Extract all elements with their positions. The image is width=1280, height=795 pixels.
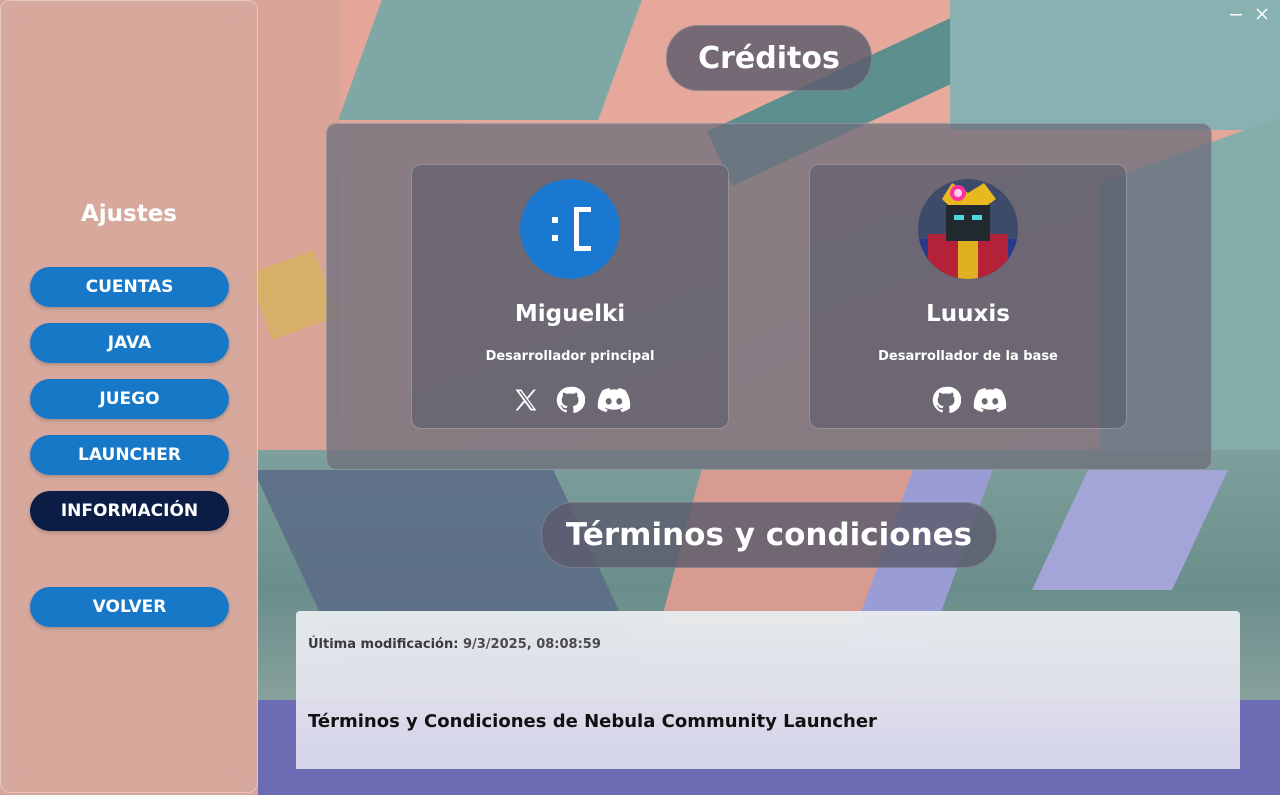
discord-link[interactable] [973, 383, 1007, 417]
credit-name: Miguelki [514, 301, 626, 327]
sad-face-avatar-icon [552, 207, 591, 251]
close-icon [1256, 8, 1268, 20]
discord-icon [973, 388, 1007, 413]
nav-game-button[interactable]: JUEGO [30, 379, 229, 419]
github-link[interactable] [553, 383, 587, 417]
terms-updated-value: 9/3/2025, 08:08:59 [462, 637, 601, 652]
credit-role: Desarrollador de la base [878, 349, 1058, 364]
settings-sidebar: Ajustes CUENTAS JAVA JUEGO LAUNCHER INFO… [0, 0, 258, 793]
minimize-button[interactable] [1226, 4, 1246, 24]
credit-card-miguelki: Miguelki Desarrollador principal [411, 164, 729, 429]
terms-updated-label: Última modificación: [308, 637, 459, 652]
sidebar-title: Ajustes [80, 201, 178, 227]
social-links [810, 383, 1126, 417]
nav-information-button[interactable]: INFORMACIÓN [30, 491, 229, 531]
github-icon [556, 386, 585, 413]
credits-title: Créditos [666, 25, 872, 91]
discord-icon [597, 388, 631, 413]
close-button[interactable] [1252, 4, 1272, 24]
character-avatar-icon [918, 179, 1018, 279]
credit-role: Desarrollador principal [485, 349, 655, 364]
terms-last-modified: Última modificación: 9/3/2025, 08:08:59 [308, 637, 601, 652]
github-link[interactable] [929, 383, 963, 417]
credit-card-luuxis: Luuxis Desarrollador de la base [809, 164, 1127, 429]
x-link[interactable] [509, 383, 543, 417]
social-links [412, 383, 728, 417]
github-icon [932, 386, 961, 413]
nav-java-button[interactable]: JAVA [30, 323, 229, 363]
credit-name: Luuxis [926, 301, 1010, 327]
avatar [918, 179, 1018, 279]
terms-panel[interactable]: Última modificación: 9/3/2025, 08:08:59 … [296, 611, 1240, 769]
back-button[interactable]: VOLVER [30, 587, 229, 627]
minimize-icon [1230, 14, 1242, 16]
avatar [520, 179, 620, 279]
nav-accounts-button[interactable]: CUENTAS [30, 267, 229, 307]
credits-panel: Miguelki Desarrollador principal Luuxis … [326, 123, 1212, 470]
x-icon [515, 389, 537, 411]
discord-link[interactable] [597, 383, 631, 417]
terms-heading: Términos y Condiciones de Nebula Communi… [308, 711, 877, 732]
terms-title: Términos y condiciones [541, 502, 997, 568]
nav-launcher-button[interactable]: LAUNCHER [30, 435, 229, 475]
